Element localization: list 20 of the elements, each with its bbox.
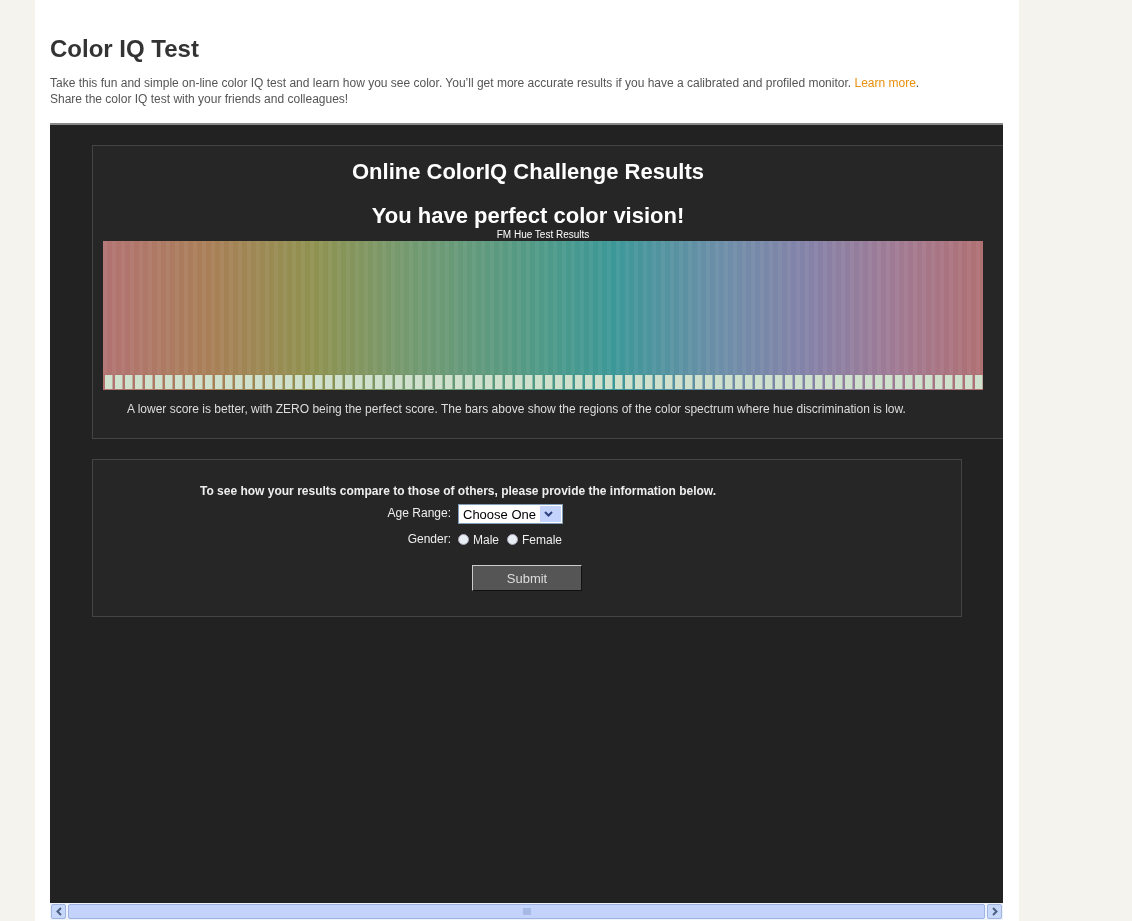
caret-icon [544,511,553,517]
grip-icon [522,908,531,915]
scroll-left-button[interactable] [51,904,66,919]
submit-button[interactable]: Submit [472,565,582,591]
gender-option-label: Male [473,532,499,547]
intro-text: Take this fun and simple on-line color IQ test and learn how you see color. You’ll get more accurate results if you have a calibrated and profiled monitor. Learn more. Share the color IQ test with your friends and colleagues! [50,75,921,107]
scroll-right-button[interactable] [987,904,1002,919]
gender-option-label: Female [522,532,563,547]
chart-title: FM Hue Test Results [495,229,591,241]
gender-radio[interactable] [458,534,469,545]
scrollbar-thumb[interactable] [68,904,985,919]
gender-radio[interactable] [507,534,518,545]
verdict-text: You have perfect color vision! [370,202,686,229]
age-range-select[interactable]: Choose One [458,504,563,524]
score-note: A lower score is better, with ZERO being the perfect score. The bars above show the regions of the color spectrum where hue discrimination is low. [127,402,907,416]
gender-label: Gender: [406,531,452,546]
compare-prompt: To see how your results compare to those of others, please provide the information below. [200,484,718,498]
results-heading: Online ColorIQ Challenge Results [350,158,706,185]
age-range-label: Age Range: [386,505,452,520]
page-title: Color IQ Test [50,34,200,63]
